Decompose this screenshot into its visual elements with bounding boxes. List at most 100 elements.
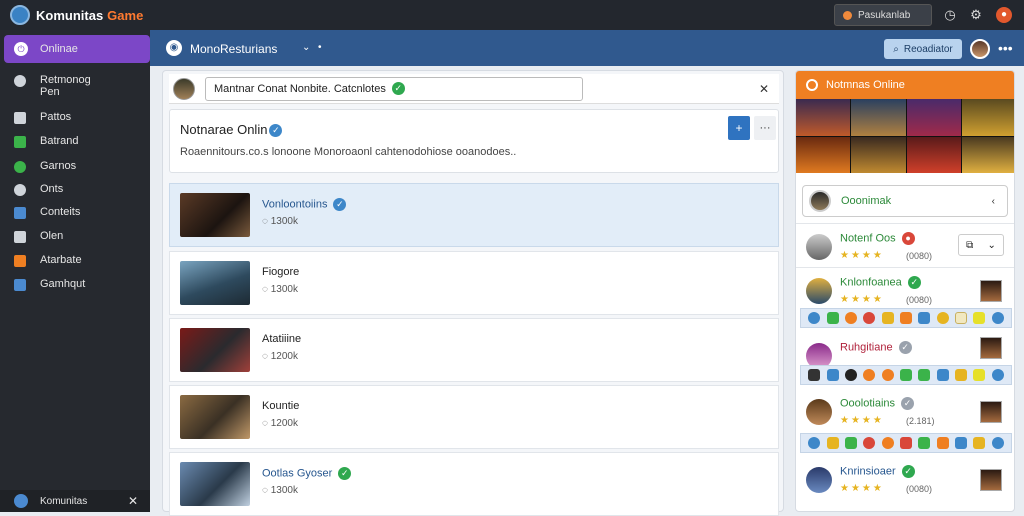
member-item[interactable]: Knrinsioaer ✓ ★★★★ (0080) (796, 457, 1014, 511)
group-title: Notnarae Onlin ✓ (180, 122, 283, 138)
emoji-icon[interactable] (936, 369, 949, 381)
sidebar-item-4[interactable]: Onts (14, 183, 63, 196)
emoji-icon[interactable] (955, 312, 968, 324)
sidebar-item-label: Onts (40, 183, 64, 195)
emoji-icon[interactable] (973, 369, 986, 381)
badge-icon: ✓ (901, 397, 915, 410)
main-header: ◉ MonoResturians ⌄ • ⌕ Reoadiator ••• (150, 30, 1024, 66)
emoji-icon[interactable] (899, 437, 912, 449)
emoji-strip[interactable] (800, 308, 1012, 328)
member-controls[interactable]: ⧉ ⌄ (958, 234, 1004, 256)
group-title-text: Notnarae Onlin (180, 122, 268, 137)
online-panel: Notmnas Online Ooonimak ‹ Notenf Oos ● ★★… (795, 70, 1015, 512)
member-name-text: Knlonfoanea (840, 276, 902, 289)
emoji-icon[interactable] (918, 312, 931, 324)
sidebar-footer[interactable]: Komunitas ✕ (0, 490, 150, 512)
sidebar-item-6[interactable]: Olen (14, 230, 63, 243)
emoji-icon[interactable] (863, 369, 876, 381)
emoji-strip[interactable] (800, 433, 1012, 453)
page-title: MonoResturians (190, 42, 278, 56)
emoji-icon[interactable] (826, 369, 839, 381)
emoji-icon[interactable] (899, 312, 912, 324)
emoji-icon[interactable] (808, 437, 821, 449)
close-icon[interactable]: ✕ (128, 494, 138, 508)
header-action-button[interactable]: ⌕ Reoadiator (884, 39, 962, 59)
sidebar-item-8[interactable]: Gamhqut (14, 278, 85, 291)
emoji-icon[interactable] (881, 437, 894, 449)
emoji-icon[interactable] (863, 437, 876, 449)
sidebar-item-5[interactable]: Conteits (14, 206, 80, 219)
game-name: Ootlas Gyoser ✓ (262, 467, 352, 480)
emoji-icon[interactable] (973, 312, 986, 324)
sidebar-item-label: Conteits (40, 206, 81, 218)
game-thumbnail (180, 462, 250, 506)
emoji-icon[interactable] (881, 312, 894, 324)
sidebar-item-3[interactable]: Garnos (14, 160, 76, 173)
sidebar-item-7[interactable]: Atarbate (14, 254, 82, 267)
sidebar-item-active[interactable]: ⏻ Onlinae (4, 35, 150, 63)
emoji-icon[interactable] (899, 369, 912, 381)
emoji-icon[interactable] (826, 312, 839, 324)
emoji-icon[interactable] (991, 369, 1004, 381)
game-row[interactable]: Atatiiine ◌ 1200k (169, 318, 779, 382)
sidebar-item-label: Atarbate (40, 254, 82, 266)
game-row[interactable]: Kountie ◌ 1200k (169, 385, 779, 449)
game-name: Fiogore (262, 266, 300, 278)
banner-tile (961, 136, 1014, 173)
game-row[interactable]: Vonloontoiins ✓ ◌ 1300k (169, 183, 779, 247)
app-icon (14, 279, 26, 291)
game-stat: ◌ 1300k (262, 284, 298, 295)
top-bar: Komunitas Game Pasukanlab ◷ ⚙ ● (0, 0, 1024, 30)
options-button[interactable]: ··· (754, 116, 776, 140)
home-icon[interactable]: ◉ (166, 40, 182, 56)
top-search-button[interactable]: Pasukanlab (834, 4, 932, 26)
emoji-icon[interactable] (973, 437, 986, 449)
chevron-icon[interactable]: ‹ (992, 196, 995, 207)
emoji-icon[interactable] (936, 312, 949, 324)
member-search[interactable]: Ooonimak ‹ (802, 185, 1008, 217)
composer-text: Mantnar Conat Nonbite. Catcnlotes (214, 82, 386, 95)
sidebar-item-2[interactable]: Batrand (14, 135, 79, 148)
rating-stars: ★★★★ (840, 250, 884, 261)
sidebar-item-0[interactable]: Retmonog Pen (14, 74, 91, 98)
game-banner[interactable] (796, 99, 1014, 173)
emoji-icon[interactable] (826, 437, 839, 449)
profile-icon[interactable]: ● (996, 7, 1012, 23)
emoji-icon[interactable] (955, 437, 968, 449)
more-icon[interactable]: • (318, 42, 322, 53)
emoji-icon[interactable] (881, 369, 894, 381)
composer: Mantnar Conat Nonbite. Catcnlotes ✓ ✕ (169, 74, 779, 104)
avatar[interactable] (970, 39, 990, 59)
emoji-icon[interactable] (808, 369, 821, 381)
close-icon[interactable]: ✕ (759, 82, 769, 96)
clock-icon[interactable]: ◷ (942, 7, 958, 23)
emoji-icon[interactable] (844, 369, 857, 381)
emoji-strip[interactable] (800, 365, 1012, 385)
app-name: Komunitas (36, 7, 104, 23)
emoji-icon[interactable] (918, 369, 931, 381)
app-logo[interactable]: Komunitas Game (10, 5, 143, 25)
emoji-icon[interactable] (991, 312, 1004, 324)
emoji-icon[interactable] (844, 312, 857, 324)
chevron-down-icon[interactable]: ⌄ (302, 42, 310, 53)
emoji-icon[interactable] (918, 437, 931, 449)
emoji-icon[interactable] (863, 312, 876, 324)
emoji-icon[interactable] (808, 312, 821, 324)
globe-icon (14, 75, 26, 87)
add-button[interactable]: + (728, 116, 750, 140)
rating-stars: ★★★★ (840, 415, 884, 426)
game-row[interactable]: Ootlas Gyoser ✓ ◌ 1300k (169, 452, 779, 516)
header-action-label: Reoadiator (903, 43, 953, 55)
composer-input[interactable]: Mantnar Conat Nonbite. Catcnlotes ✓ (205, 76, 583, 101)
chevron-down-icon[interactable]: ⌄ (987, 240, 995, 251)
more-dots-icon[interactable]: ••• (998, 40, 1013, 56)
copy-icon[interactable]: ⧉ (966, 240, 973, 251)
emoji-icon[interactable] (955, 369, 968, 381)
sidebar-item-1[interactable]: Pattos (14, 111, 71, 124)
game-name: Atatiiine (262, 333, 302, 345)
emoji-icon[interactable] (991, 437, 1004, 449)
gear-icon[interactable]: ⚙ (968, 7, 984, 23)
emoji-icon[interactable] (936, 437, 949, 449)
game-row[interactable]: Fiogore ◌ 1300k (169, 251, 779, 315)
emoji-icon[interactable] (844, 437, 857, 449)
